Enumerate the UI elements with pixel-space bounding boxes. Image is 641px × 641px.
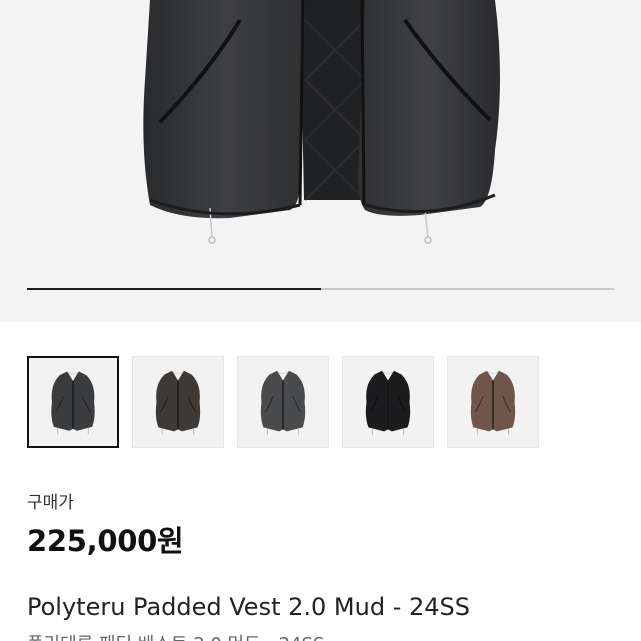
gallery-progress-fill [27,288,321,290]
vest-thumbnail-icon [260,370,306,436]
thumbnail-strip [27,356,547,448]
product-title: Polyteru Padded Vest 2.0 Mud - 24SS [27,593,470,621]
vest-thumbnail-icon [365,370,411,436]
thumbnail-5[interactable] [447,356,539,448]
vest-thumbnail-icon [470,370,516,436]
thumbnail-2[interactable] [132,356,224,448]
vest-thumbnail-icon [155,370,201,436]
thumbnail-1[interactable] [27,356,119,448]
vest-thumbnail-icon [51,371,95,435]
price-value: 225,000원 [27,524,184,558]
thumbnail-4[interactable] [342,356,434,448]
thumbnail-3[interactable] [237,356,329,448]
padded-vest-photo [143,0,500,244]
price-label: 구매가 [27,493,74,513]
product-subtitle: 폴리테루 패딩 베스트 2.0 머드 - 24SS [27,630,324,641]
gallery-progress-bar [27,288,614,290]
product-image-gallery[interactable] [0,0,641,322]
